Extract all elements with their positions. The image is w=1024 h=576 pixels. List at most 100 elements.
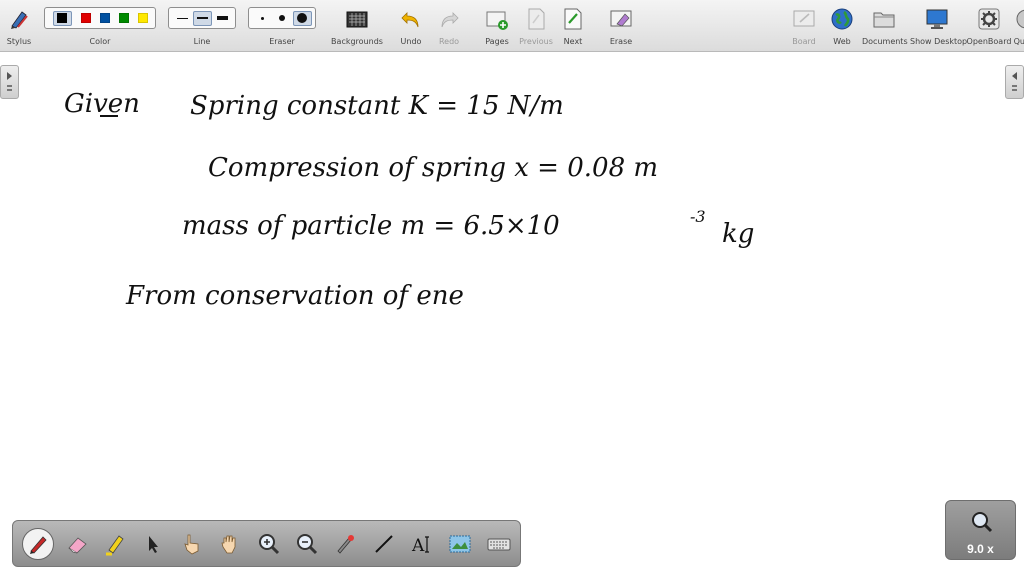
color-yellow-swatch[interactable] (137, 13, 148, 23)
laser-pointer-icon (337, 534, 355, 554)
color-red-swatch[interactable] (80, 13, 91, 23)
zoom-indicator[interactable]: 9.0 x (945, 500, 1016, 560)
board-button[interactable]: Board (788, 2, 820, 50)
selector-tool-button[interactable] (134, 525, 172, 563)
erase-label: Erase (609, 37, 633, 46)
zoom-value: 9.0 x (967, 542, 994, 556)
pointing-hand-icon (184, 534, 199, 554)
add-page-icon (486, 11, 508, 30)
grid-icon (346, 11, 368, 28)
eraser-tool-button[interactable] (57, 525, 95, 563)
eraser-icon (67, 536, 87, 554)
compression-line: Compression of spring x = 0.08 m (208, 153, 658, 183)
main-toolbar: Stylus Color Line Eraser Backgrounds Und… (0, 0, 1024, 52)
eraser-label: Eraser (269, 37, 295, 46)
previous-label: Previous (519, 37, 553, 46)
stylus-button[interactable]: Stylus (4, 2, 34, 50)
hand-tool-button[interactable] (211, 525, 249, 563)
pen-tool-button[interactable] (19, 525, 57, 563)
redo-icon (441, 12, 459, 28)
eraser-small-button[interactable] (253, 11, 272, 26)
color-black-swatch[interactable] (52, 10, 72, 26)
hand-icon (221, 535, 236, 553)
marker-tool-button[interactable] (96, 525, 134, 563)
quit-label: Quit (1013, 37, 1024, 46)
web-button[interactable]: Web (828, 2, 856, 50)
undo-button[interactable]: Undo (394, 2, 428, 50)
next-button[interactable]: Next (558, 2, 588, 50)
gear-icon (978, 8, 1000, 30)
line-group: Line (168, 2, 236, 50)
erase-page-icon (610, 10, 632, 27)
backgrounds-label: Backgrounds (331, 37, 383, 46)
mass-unit: kg (722, 219, 754, 249)
spring-constant-line: Spring constant K = 15 N/m (190, 91, 564, 121)
capture-icon (449, 535, 471, 552)
monitor-icon (926, 9, 948, 29)
color-palette (44, 7, 156, 29)
pages-button[interactable]: Pages (482, 2, 512, 50)
redo-button[interactable]: Redo (432, 2, 466, 50)
tool-palette: A (12, 520, 521, 567)
documents-label: Documents (862, 37, 908, 46)
keyboard-tool-button[interactable] (480, 525, 518, 563)
erase-button[interactable]: Erase (604, 2, 638, 50)
text-icon: A (411, 536, 430, 556)
mass-line: mass of particle m = 6.5×10 (182, 211, 560, 241)
magnifier-icon (972, 512, 993, 533)
documents-button[interactable]: Documents (862, 2, 908, 50)
quit-button[interactable]: Quit (1012, 2, 1024, 50)
eraser-group: Eraser (248, 2, 316, 50)
whiteboard-canvas[interactable]: Given Spring constant K = 15 N/m Compres… (0, 52, 1024, 576)
board-label: Board (792, 37, 816, 46)
show-desktop-button[interactable]: Show Desktop (910, 2, 968, 50)
line-thin-button[interactable] (173, 11, 192, 26)
openboard-label: OpenBoard (966, 37, 1012, 46)
pen-icon (30, 535, 47, 554)
text-tool-button[interactable]: A (403, 525, 441, 563)
previous-button[interactable]: Previous (516, 2, 556, 50)
openboard-button[interactable]: OpenBoard (966, 2, 1012, 50)
zoom-in-icon (258, 533, 279, 554)
capture-tool-button[interactable] (441, 525, 479, 563)
folder-icon (873, 12, 895, 28)
arrow-cursor-icon (149, 535, 159, 553)
interact-tool-button[interactable] (173, 525, 211, 563)
backgrounds-button[interactable]: Backgrounds (330, 2, 384, 50)
pages-label: Pages (485, 37, 509, 46)
line-label: Line (193, 37, 211, 46)
eraser-large-button[interactable] (292, 10, 312, 26)
given-heading: Given (64, 89, 140, 119)
conservation-line: From conservation of ene (125, 281, 464, 311)
line-thick-button[interactable] (213, 11, 232, 26)
zoom-out-icon (296, 533, 317, 554)
stylus-label: Stylus (6, 37, 32, 46)
mass-exponent: -3 (690, 207, 706, 226)
keyboard-icon (487, 538, 511, 550)
laser-pointer-tool-button[interactable] (326, 525, 364, 563)
eraser-medium-button[interactable] (273, 11, 292, 26)
line-width-selector (168, 7, 236, 29)
zoom-out-tool-button[interactable] (288, 525, 326, 563)
show-desktop-label: Show Desktop (910, 37, 968, 46)
eraser-size-selector (248, 7, 316, 29)
undo-label: Undo (400, 37, 422, 46)
line-icon (374, 534, 393, 553)
svg-text:A: A (411, 536, 425, 556)
color-blue-swatch[interactable] (99, 13, 110, 23)
undo-icon (401, 12, 419, 28)
redo-label: Redo (438, 37, 460, 46)
globe-icon (831, 8, 853, 30)
highlighter-icon (105, 534, 124, 555)
zoom-in-tool-button[interactable] (249, 525, 287, 563)
color-green-swatch[interactable] (118, 13, 129, 23)
line-medium-button[interactable] (192, 10, 212, 26)
previous-page-icon (528, 8, 545, 30)
stylus-icon (11, 11, 28, 29)
color-label: Color (89, 37, 111, 46)
web-label: Web (833, 37, 851, 46)
color-group: Color (44, 2, 156, 50)
next-page-icon (564, 8, 582, 30)
power-icon (1016, 9, 1024, 29)
line-tool-button[interactable] (365, 525, 403, 563)
